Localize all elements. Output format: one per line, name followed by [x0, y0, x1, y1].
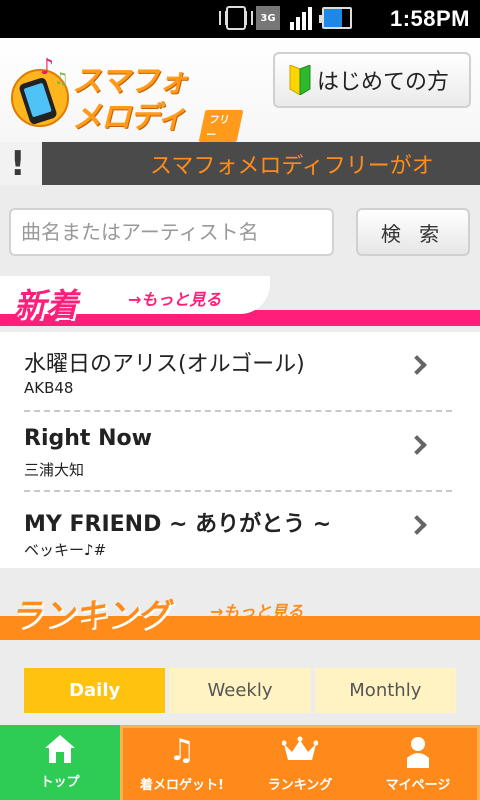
- search-button[interactable]: 検 索: [356, 208, 470, 256]
- status-icons: 3G: [219, 6, 352, 30]
- chevron-right-icon: [407, 435, 427, 455]
- ranking-tabs: Daily Weekly Monthly: [24, 668, 456, 713]
- ranking-section-banner: ランキング →もっと見る: [0, 584, 480, 654]
- ranking-more-link[interactable]: →もっと見る: [210, 598, 303, 622]
- new-section-title: 新着: [14, 286, 79, 324]
- 3g-icon: 3G: [256, 6, 280, 30]
- song-artist: 三浦大知: [24, 461, 85, 479]
- logo-free-badge: フリー: [198, 110, 244, 142]
- battery-icon: [319, 7, 352, 29]
- nav-get-melody[interactable]: ♫ 着メロゲット!: [123, 728, 241, 800]
- song-artist: ベッキー♪#: [24, 541, 107, 559]
- nav-label: 着メロゲット!: [140, 778, 224, 793]
- app-logo[interactable]: ♪ ♫ スマフォ メロディ フリー: [10, 54, 244, 142]
- news-ticker[interactable]: ! スマフォメロディフリーがオ: [0, 142, 480, 185]
- chevron-right-icon: [407, 515, 427, 535]
- list-item[interactable]: Right Now 三浦大知: [24, 412, 452, 492]
- nav-top[interactable]: トップ: [0, 725, 120, 800]
- ticker-text: スマフォメロディフリーがオ: [150, 154, 434, 179]
- music-note-icon: ♫: [168, 733, 196, 768]
- tab-monthly[interactable]: Monthly: [314, 668, 456, 713]
- clock: 1:58PM: [389, 6, 470, 31]
- song-artist: AKB48: [24, 379, 74, 397]
- svg-text:♫: ♫: [54, 69, 68, 88]
- song-title: Right Now: [24, 426, 152, 451]
- list-item[interactable]: MY FRIEND ~ ありがとう ~ ベッキー♪#: [24, 492, 452, 572]
- new-section-banner: 新着 →もっと見る: [0, 276, 480, 332]
- home-icon: [45, 735, 75, 763]
- notice-plate: !: [0, 142, 42, 185]
- nav-label: マイページ: [385, 778, 451, 793]
- nav-label: トップ: [40, 775, 80, 790]
- bottom-nav: トップ ♫ 着メロゲット! ランキング マイページ: [0, 725, 480, 800]
- beginner-guide-label: はじめての方: [317, 70, 450, 95]
- new-more-link[interactable]: →もっと見る: [128, 286, 221, 310]
- svg-text:♪: ♪: [40, 55, 54, 80]
- exclamation-icon: !: [10, 144, 26, 184]
- vibrate-icon: [219, 6, 253, 30]
- nav-orange-group: ♫ 着メロゲット! ランキング マイページ: [120, 725, 480, 800]
- status-bar: 3G 1:58PM: [0, 0, 480, 38]
- nav-ranking[interactable]: ランキング: [241, 728, 359, 800]
- crown-icon: [282, 736, 318, 760]
- tab-daily[interactable]: Daily: [24, 668, 166, 713]
- list-item[interactable]: 水曜日のアリス(オルゴール) AKB48: [24, 332, 452, 412]
- logo-text-line2: メロディ: [72, 100, 187, 135]
- signal-icon: [290, 6, 312, 30]
- ranking-section-title: ランキング: [10, 596, 170, 634]
- chevron-right-icon: [407, 355, 427, 375]
- song-title: MY FRIEND ~ ありがとう ~: [24, 512, 332, 537]
- song-title: 水曜日のアリス(オルゴール): [24, 352, 305, 377]
- phone-music-icon: ♪ ♫: [11, 55, 69, 127]
- nav-label: ランキング: [267, 778, 333, 793]
- new-song-list: 水曜日のアリス(オルゴール) AKB48 Right Now 三浦大知 MY F…: [0, 332, 480, 568]
- tab-weekly[interactable]: Weekly: [169, 668, 311, 713]
- person-icon: [407, 737, 429, 768]
- search-input[interactable]: [9, 208, 334, 256]
- beginner-mark-icon: [289, 65, 311, 95]
- beginner-guide-button[interactable]: はじめての方: [273, 52, 471, 108]
- app-header: ♪ ♫ スマフォ メロディ フリー はじめての方: [0, 38, 480, 142]
- nav-mypage[interactable]: マイページ: [359, 728, 477, 800]
